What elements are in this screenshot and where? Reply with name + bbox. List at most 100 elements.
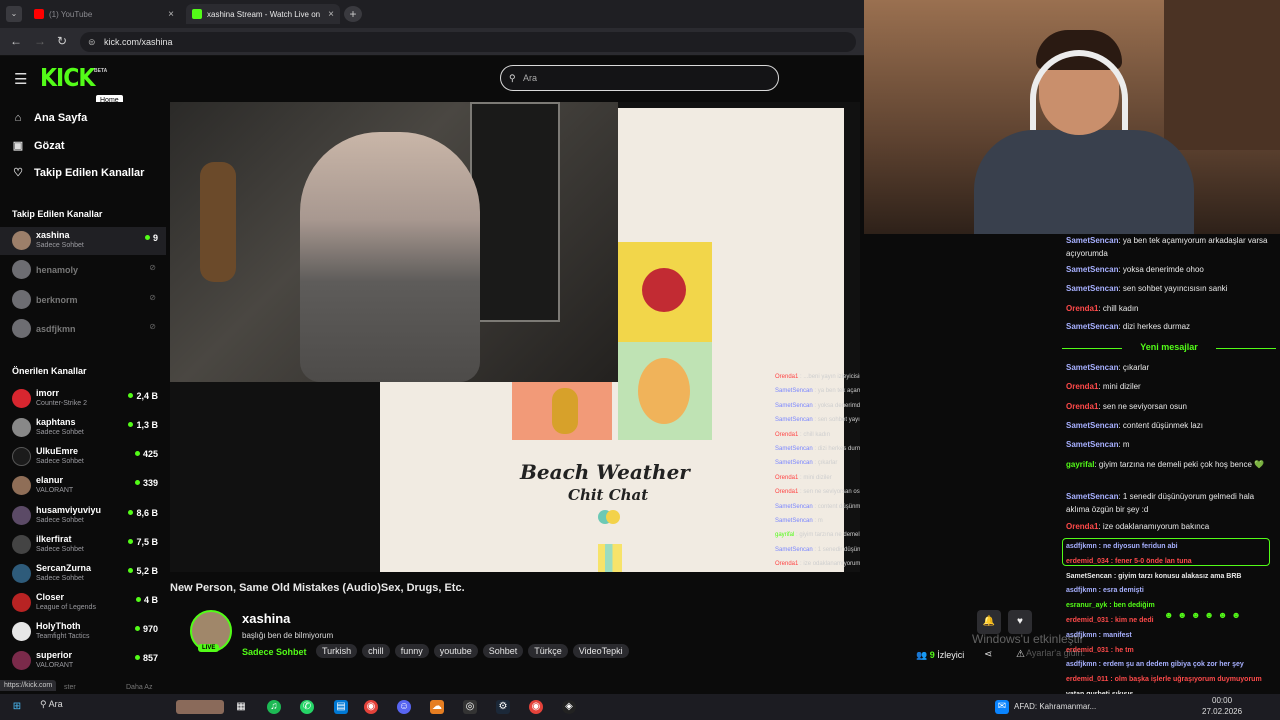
chat-user[interactable]: Orenda1	[1066, 402, 1098, 411]
site-info-icon[interactable]: ⊜	[88, 32, 96, 52]
sidebar-channel[interactable]: HolyThoth Teamfight Tactics 970	[0, 618, 166, 646]
chat-message: SametSencan: ya ben tek açamıyorum arkad…	[1066, 236, 1268, 258]
sidebar-channel-henamoly[interactable]: henamoly ⊘	[0, 256, 166, 284]
art-title: Beach Weather	[520, 460, 690, 484]
tag[interactable]: youtube	[433, 644, 478, 658]
chat-user[interactable]: Orenda1	[1066, 382, 1098, 391]
close-icon[interactable]: ×	[328, 9, 334, 20]
tag[interactable]: Sohbet	[482, 644, 524, 658]
chat-user[interactable]: SametSencan	[1066, 363, 1118, 372]
viewer-label: İzleyici	[937, 650, 965, 660]
chat-user[interactable]: SametSencan	[1066, 421, 1118, 430]
menu-icon[interactable]: ☰	[14, 70, 27, 88]
steam-icon[interactable]: ⚙	[496, 700, 510, 714]
sidebar-channel-xashina[interactable]: xashina Sadece Sohbet 9	[0, 227, 166, 255]
channel-category: League of Legends	[36, 604, 96, 611]
taskbar-search[interactable]: ⚲ Ara	[40, 699, 63, 710]
tag[interactable]: chill	[362, 644, 390, 658]
reload-icon[interactable]: ↻	[57, 34, 67, 48]
sidebar-channel[interactable]: UlkuEmre Sadece Sohbet 425	[0, 443, 166, 471]
nav-following[interactable]: ♡ Takip Edilen Kanallar	[12, 166, 144, 180]
guitar-image	[200, 162, 236, 282]
browser-tab-bar: ⌄ (1) YouTube × xashina Stream - Watch L…	[0, 0, 864, 28]
chat-message: SametSencan: yoksa denerimde ohoo	[1066, 265, 1204, 274]
sidebar-channel-berknorm[interactable]: berknorm ⊘	[0, 286, 166, 314]
tab-search-icon[interactable]: ⌄	[6, 6, 22, 22]
sidebar-channel[interactable]: SercanZurna Sadece Sohbet 5,2 B	[0, 560, 166, 588]
sidebar-channel[interactable]: ilkerfirat Sadece Sohbet 7,5 B	[0, 531, 166, 559]
nav-browse[interactable]: ▣ Gözat	[12, 139, 65, 153]
sidebar-channel[interactable]: Closer League of Legends 4 B	[0, 589, 166, 617]
sidebar-channel[interactable]: husamviyuviyu Sadece Sohbet 8,6 B	[0, 502, 166, 530]
chat-user[interactable]: SametSencan	[1066, 322, 1118, 331]
sidebar-channel[interactable]: kaphtans Sadece Sohbet 1,3 B	[0, 414, 166, 442]
nav-home[interactable]: ⌂ Ana Sayfa	[12, 112, 88, 124]
channel-name: SercanZurna	[36, 563, 92, 573]
overlay-chat-text: : giyim tarzına ne demeli peki çok hoş b…	[796, 532, 860, 539]
tag[interactable]: VideoTepki	[572, 644, 629, 658]
show-more-link[interactable]: ster	[64, 684, 76, 691]
offline-icon: ⊘	[149, 263, 156, 272]
chat-user[interactable]: SametSencan	[1066, 492, 1118, 501]
url-input[interactable]: ⊜ kick.com/xashina	[80, 32, 856, 52]
chat-message: SametSencan: m	[1066, 440, 1130, 449]
chat-message: Orenda1: mini diziler	[1066, 382, 1141, 391]
chrome-icon[interactable]: ◉	[364, 700, 378, 714]
back-icon[interactable]: ←	[10, 34, 22, 48]
task-view-icon[interactable]: ▦	[234, 700, 248, 714]
overlay-chat-text: : yoksa denerimde ohoo	[814, 402, 860, 409]
chat-text: ize odaklanamıyorum bakınca	[1102, 522, 1210, 531]
channel-category: Sadece Sohbet	[36, 546, 84, 553]
sidebar-channel[interactable]: elanur VALORANT 339	[0, 472, 166, 500]
report-icon[interactable]: ⚠	[1016, 649, 1025, 660]
overlay-chat-text: : ...beni yayın izleyicisin geneide reka…	[800, 374, 860, 380]
file-explorer-icon[interactable]: ▤	[334, 700, 348, 714]
close-icon[interactable]: ×	[168, 9, 174, 20]
chat-user[interactable]: gayrifal	[1066, 460, 1094, 469]
sidebar-channel-asdfjkmn[interactable]: asdfjkmn ⊘	[0, 315, 166, 343]
tag[interactable]: Turkish	[316, 644, 358, 658]
chat-user[interactable]: SametSencan	[1066, 236, 1118, 245]
melon-image	[638, 358, 690, 424]
emote-bar[interactable]: ☻☻☻☻☻☻	[1164, 610, 1245, 620]
channel-title[interactable]: xashina	[242, 611, 290, 626]
new-tab-button[interactable]: +	[344, 6, 362, 22]
tag[interactable]: Türkçe	[528, 644, 568, 658]
news-icon[interactable]: ✉	[995, 700, 1009, 714]
windows-start-icon[interactable]: ⊞	[10, 700, 24, 714]
tag[interactable]: funny	[394, 644, 429, 658]
video-player[interactable]: Beach Weather Chit Chat Orenda1 : ...ben…	[170, 102, 860, 572]
weather-text[interactable]: AFAD: Kahramanmar...	[1014, 702, 1096, 711]
kick-logo[interactable]: KICK	[40, 64, 95, 93]
forward-icon[interactable]: →	[34, 34, 46, 48]
chat-user[interactable]: Orenda1	[1066, 522, 1098, 531]
share-icon[interactable]: ⋖	[984, 649, 992, 660]
clock-time[interactable]: 00:00	[1212, 696, 1232, 705]
app-icon[interactable]: ◈	[562, 700, 576, 714]
tab-kick[interactable]: xashina Stream - Watch Live on ×	[186, 4, 340, 24]
overlay-chat-text: : dizi herkes durmaz	[814, 446, 860, 453]
follow-button[interactable]: ♥	[1008, 610, 1032, 634]
search-input[interactable]: ⚲ Ara	[500, 65, 779, 91]
clock-date[interactable]: 27.02.2026	[1202, 707, 1242, 716]
discord-icon[interactable]: ☺	[397, 700, 411, 714]
chrome-icon[interactable]: ◉	[529, 700, 543, 714]
streamer-image	[300, 132, 480, 382]
chat-user[interactable]: SametSencan	[1066, 440, 1118, 449]
chat-user[interactable]: SametSencan	[1066, 284, 1118, 293]
spotify-icon[interactable]: ♫	[267, 700, 281, 714]
chat-user[interactable]: SametSencan	[1066, 265, 1118, 274]
taskbar: ⊞ ⚲ Ara ▦ ♫ ✆ ▤ ◉ ☺ ☁ ◎ ⚙ ◉ ◈ ✉ AFAD: Ka…	[0, 694, 1280, 720]
avatar	[12, 535, 31, 554]
chat-text: chill kadın	[1102, 304, 1139, 313]
sidebar-channel[interactable]: superior VALORANT 857	[0, 647, 166, 675]
show-less-link[interactable]: Daha Az	[126, 684, 152, 691]
whatsapp-icon[interactable]: ✆	[300, 700, 314, 714]
notification-bell-button[interactable]: 🔔	[977, 610, 1001, 634]
chat-user[interactable]: Orenda1	[1066, 304, 1098, 313]
stream-category[interactable]: Sadece Sohbet	[242, 647, 307, 657]
obs-icon[interactable]: ◎	[463, 700, 477, 714]
tab-youtube[interactable]: (1) YouTube ×	[28, 4, 180, 24]
cloud-app-icon[interactable]: ☁	[430, 700, 444, 714]
sidebar-channel[interactable]: imorr Counter-Strike 2 2,4 B	[0, 385, 166, 413]
